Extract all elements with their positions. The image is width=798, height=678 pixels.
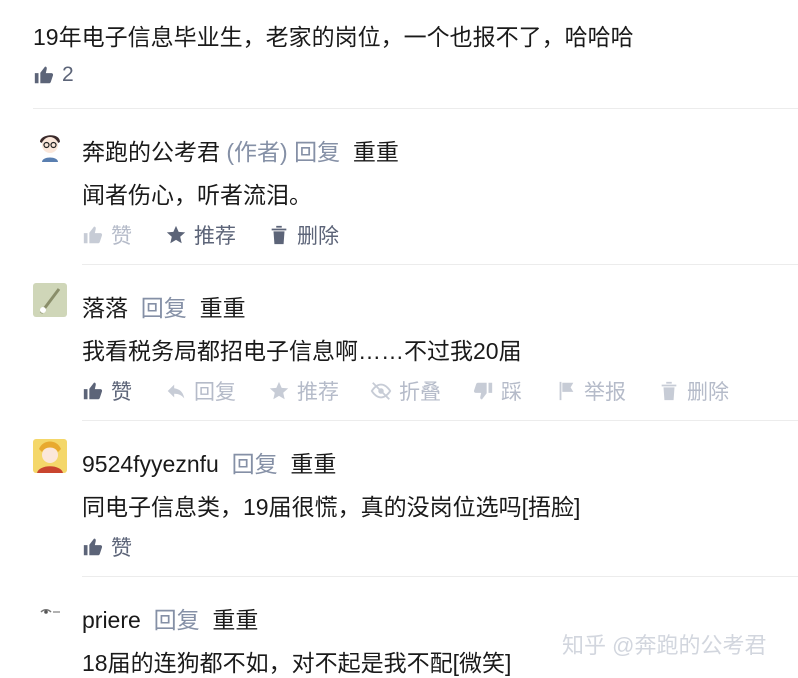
- reply-3-header: 9524fyyeznfu 回复 重重: [82, 445, 336, 479]
- recommend-button[interactable]: 推荐: [165, 220, 236, 250]
- top-comment-text: 19年电子信息毕业生，老家的岗位，一个也报不了，哈哈哈: [33, 24, 634, 50]
- watermark: 知乎 @奔跑的公考君: [562, 633, 767, 658]
- divider: [82, 576, 798, 577]
- reply-button[interactable]: 回复: [165, 376, 236, 406]
- flag-icon: [555, 380, 577, 402]
- like-button[interactable]: 赞: [82, 376, 132, 406]
- author-name[interactable]: 落落: [82, 295, 128, 321]
- star-icon: [165, 224, 187, 246]
- reply-target-name[interactable]: 重重: [200, 295, 246, 321]
- reply-label: 回复: [294, 139, 341, 165]
- reply-target-name[interactable]: 重重: [212, 607, 258, 633]
- like-button[interactable]: 赞: [82, 532, 132, 562]
- trash-icon: [658, 380, 680, 402]
- recommend-button[interactable]: 推荐: [268, 376, 339, 406]
- report-button[interactable]: 举报: [555, 376, 626, 406]
- fold-button[interactable]: 折叠: [370, 376, 441, 406]
- reply-4-text: 18届的连狗都不如，对不起是我不配[微笑]: [82, 650, 512, 676]
- author-name[interactable]: 9524fyyeznfu: [82, 451, 219, 477]
- divider: [33, 108, 798, 109]
- author-tag: (作者): [226, 139, 288, 165]
- thumb-down-icon: [472, 380, 494, 402]
- reply-target-name[interactable]: 重重: [353, 139, 399, 165]
- eye-slash-icon: [370, 380, 392, 402]
- trash-icon: [268, 224, 290, 246]
- avatar[interactable]: [33, 439, 67, 473]
- avatar[interactable]: [33, 595, 67, 629]
- divider: [82, 420, 798, 421]
- reply-label: 回复: [140, 295, 187, 321]
- like-count: 2: [62, 63, 74, 86]
- star-icon: [268, 380, 290, 402]
- reply-target-name[interactable]: 重重: [290, 451, 336, 477]
- reply-label: 回复: [153, 607, 200, 633]
- like-button[interactable]: 赞: [82, 220, 132, 250]
- reply-4-header: priere 回复 重重: [82, 601, 258, 635]
- top-comment-like-button[interactable]: 2: [33, 63, 74, 87]
- reply-label: 回复: [231, 451, 278, 477]
- avatar[interactable]: [33, 128, 67, 162]
- reply-1-header: 奔跑的公考君 (作者) 回复 重重: [82, 133, 399, 167]
- thumb-up-icon: [33, 64, 55, 86]
- divider: [82, 264, 798, 265]
- delete-button[interactable]: 删除: [268, 220, 339, 250]
- thumb-up-icon: [82, 536, 104, 558]
- reply-arrow-icon: [165, 380, 187, 402]
- delete-button[interactable]: 删除: [658, 376, 729, 406]
- reply-1-text: 闻者伤心，听者流泪。: [82, 182, 312, 208]
- author-name[interactable]: 奔跑的公考君: [82, 139, 220, 165]
- reply-3-text: 同电子信息类，19届很慌，真的没岗位选吗[捂脸]: [82, 494, 581, 520]
- dislike-button[interactable]: 踩: [472, 376, 522, 406]
- reply-2-header: 落落 回复 重重: [82, 289, 246, 323]
- reply-2-text: 我看税务局都招电子信息啊……不过我20届: [82, 338, 522, 364]
- thumb-up-icon: [82, 224, 104, 246]
- thumb-up-icon: [82, 380, 104, 402]
- avatar[interactable]: [33, 283, 67, 317]
- author-name[interactable]: priere: [82, 607, 141, 633]
